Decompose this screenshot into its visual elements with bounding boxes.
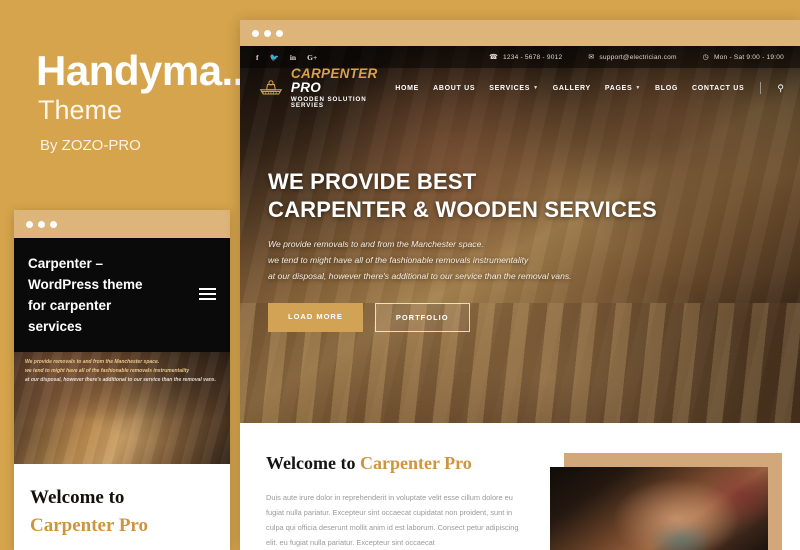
welcome-photo xyxy=(550,467,768,550)
welcome-section: Welcome to Carpenter Pro Duis aute irure… xyxy=(240,423,800,550)
nav-label: CONTACT US xyxy=(692,84,745,92)
portfolio-button[interactable]: PORTFOLIO xyxy=(374,302,470,332)
site-header: CARPENTER PRO WOODEN SOLUTION SERVIES HO… xyxy=(240,67,800,109)
window-dot-maximize[interactable] xyxy=(50,220,57,228)
carpenter-plane-icon xyxy=(259,80,283,95)
nav-item-blog[interactable]: BLOG xyxy=(655,85,678,92)
logo-tagline: WOODEN SOLUTION SERVIES xyxy=(290,95,367,109)
hero-heading-line-1: WE PROVIDE BEST xyxy=(268,169,477,194)
hero-paragraph-line-1: We provide removals to and from the Manc… xyxy=(268,239,484,250)
hamburger-icon[interactable] xyxy=(199,288,216,300)
window-dot-close[interactable] xyxy=(26,220,33,228)
hero-content: WE PROVIDE BEST CARPENTER & WOODEN SERVI… xyxy=(240,108,800,332)
main-navigation: HOME ABOUT US SERVICES ▼ GALLERY PAGES ▼ B… xyxy=(395,82,784,94)
mobile-window-chrome xyxy=(14,210,230,238)
facebook-icon[interactable]: f xyxy=(256,53,259,62)
logo-text: CARPENTER PRO WOODEN SOLUTION SERVIES xyxy=(291,67,395,109)
topbar-phone[interactable]: ☎ 1234 - 5678 - 9012 xyxy=(489,53,563,62)
site-topbar: f 🐦 in G+ ☎ 1234 - 5678 - 9012 ✉ support… xyxy=(240,46,800,68)
welcome-heading-plain: Welcome to xyxy=(266,453,360,473)
hero-heading-line-2: CARPENTER & WOODEN SERVICES xyxy=(268,197,657,223)
nav-label: ABOUT US xyxy=(433,84,476,92)
window-dot-minimize[interactable] xyxy=(38,220,45,228)
twitter-icon[interactable]: 🐦 xyxy=(270,53,279,62)
welcome-heading: Welcome to Carpenter Pro xyxy=(266,453,528,475)
hamburger-bar xyxy=(199,298,216,300)
welcome-paragraph: Duis aute irure dolor in reprehenderit i… xyxy=(266,492,519,548)
load-more-button[interactable]: LOAD MORE xyxy=(268,302,363,332)
site-logo[interactable]: CARPENTER PRO WOODEN SOLUTION SERVIES xyxy=(258,67,395,109)
topbar-contact-info: ☎ 1234 - 5678 - 9012 ✉ support@electrici… xyxy=(489,53,784,62)
hero-paragraph-line-2: we tend to might have all of the fashion… xyxy=(268,255,529,266)
social-links: f 🐦 in G+ xyxy=(256,53,317,62)
chevron-down-icon: ▼ xyxy=(635,85,641,91)
nav-item-home[interactable]: HOME xyxy=(395,85,419,92)
window-dot-close[interactable] xyxy=(252,29,259,37)
chevron-down-icon: ▼ xyxy=(533,85,539,91)
mobile-overlay-line-2: we tend to might have all of the fashion… xyxy=(25,367,190,374)
hero-heading: WE PROVIDE BEST CARPENTER & WOODEN SERVI… xyxy=(268,168,800,224)
nav-item-gallery[interactable]: GALLERY xyxy=(553,85,591,92)
hero-buttons: LOAD MORE PORTFOLIO xyxy=(268,302,800,332)
mobile-welcome-heading-gold: Carpenter Pro xyxy=(30,515,149,537)
browser-window-chrome xyxy=(240,20,800,46)
topbar-hours: ◷ Mon - Sat 9:00 - 19:00 xyxy=(702,53,784,62)
phone-icon: ☎ xyxy=(489,54,498,61)
promo-subtitle: Theme xyxy=(38,95,123,125)
mobile-hero-photo: We provide removals to and from the Manc… xyxy=(14,351,230,464)
topbar-email[interactable]: ✉ support@electrician.com xyxy=(588,53,677,62)
promo-author: By ZOZO-PRO xyxy=(40,137,141,154)
hero-paragraph-line-3: at our disposal, however there's additio… xyxy=(268,271,572,282)
window-dot-maximize[interactable] xyxy=(276,29,283,37)
promo-title: Handyma.. xyxy=(36,47,244,94)
nav-label: GALLERY xyxy=(552,84,591,92)
envelope-icon: ✉ xyxy=(588,54,595,61)
window-dot-minimize[interactable] xyxy=(264,29,271,37)
mobile-preview-window: Carpenter – WordPress theme for carpente… xyxy=(14,210,230,550)
nav-label: PAGES xyxy=(604,84,633,92)
nav-label: SERVICES xyxy=(489,84,531,92)
search-icon[interactable]: ⚲ xyxy=(777,83,784,94)
mobile-welcome-heading: Welcome to Carpenter Pro xyxy=(30,484,214,541)
nav-item-pages[interactable]: PAGES ▼ xyxy=(605,85,641,92)
nav-label: HOME xyxy=(395,84,420,92)
mobile-headline: Carpenter – WordPress theme for carpente… xyxy=(28,256,143,334)
topbar-hours-text: Mon - Sat 9:00 - 19:00 xyxy=(713,53,784,61)
clock-icon: ◷ xyxy=(702,54,709,61)
hamburger-bar xyxy=(199,293,216,295)
hero-section: f 🐦 in G+ ☎ 1234 - 5678 - 9012 ✉ support… xyxy=(240,46,800,423)
logo-name-second: PRO xyxy=(290,79,322,95)
hamburger-bar xyxy=(199,288,216,290)
nav-item-services[interactable]: SERVICES ▼ xyxy=(489,85,539,92)
hero-paragraph: We provide removals to and from the Manc… xyxy=(268,237,800,285)
topbar-phone-text: 1234 - 5678 - 9012 xyxy=(503,53,563,61)
logo-name: CARPENTER PRO xyxy=(291,67,395,94)
mobile-header: Carpenter – WordPress theme for carpente… xyxy=(14,238,230,352)
welcome-image-column xyxy=(550,453,782,550)
welcome-text-column: Welcome to Carpenter Pro Duis aute irure… xyxy=(266,453,528,550)
googleplus-icon[interactable]: G+ xyxy=(307,53,317,62)
nav-divider xyxy=(760,82,762,94)
mobile-hero-overlay-text: We provide removals to and from the Manc… xyxy=(25,358,222,386)
desktop-preview-window: f 🐦 in G+ ☎ 1234 - 5678 - 9012 ✉ support… xyxy=(240,20,800,550)
topbar-email-text: support@electrician.com xyxy=(599,53,677,61)
mobile-overlay-line-3: at our disposal, however there's additio… xyxy=(25,377,216,384)
linkedin-icon[interactable]: in xyxy=(290,53,296,62)
welcome-heading-gold: Carpenter Pro xyxy=(359,453,472,473)
mobile-overlay-line-1: We provide removals to and from the Manc… xyxy=(25,358,160,365)
nav-item-about-us[interactable]: ABOUT US xyxy=(433,85,475,92)
mobile-welcome-section: Welcome to Carpenter Pro xyxy=(14,463,230,541)
nav-label: BLOG xyxy=(655,84,679,92)
nav-item-contact-us[interactable]: CONTACT US xyxy=(692,85,744,92)
mobile-welcome-heading-plain: Welcome to xyxy=(30,486,125,508)
